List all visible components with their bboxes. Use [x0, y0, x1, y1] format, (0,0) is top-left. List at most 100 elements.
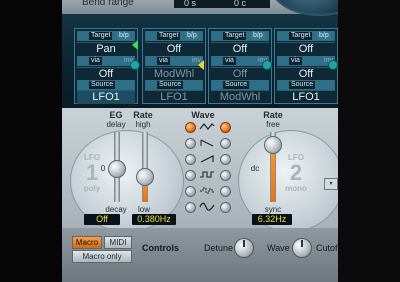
- target-label: Target: [289, 32, 313, 40]
- rate1-low-label: low: [137, 205, 150, 214]
- router-slot-2: Target b/p Off via inv ModWhl Source LFO1: [142, 28, 206, 104]
- via-marker-yellow[interactable]: [198, 60, 204, 70]
- macro-button[interactable]: Macro: [72, 236, 102, 249]
- via-amount-dot[interactable]: [130, 60, 140, 70]
- source-label: Source: [289, 81, 316, 89]
- target-value[interactable]: Off: [211, 42, 269, 56]
- source-header: Source: [211, 80, 269, 90]
- es2-plugin-panel: Bend range 0 s 0 c Target b/p Pan via inv …: [62, 0, 338, 282]
- bend-range-up[interactable]: 0 c: [234, 0, 246, 8]
- chevron-down-icon[interactable]: ▾: [324, 178, 338, 190]
- source-label: Source: [89, 81, 116, 89]
- lfo2-ghost-mono: mono: [285, 184, 307, 193]
- via-value[interactable]: ModWhl: [145, 67, 203, 81]
- lfo1-ghost-poly: poly: [83, 184, 101, 193]
- lfo2-wave-button-2[interactable]: [220, 138, 231, 149]
- via-amount-dot[interactable]: [262, 60, 272, 70]
- target-value[interactable]: Pan: [77, 42, 135, 56]
- detune-label: Detune: [204, 243, 234, 253]
- source-value[interactable]: LFO1: [77, 90, 135, 104]
- source-header: Source: [145, 80, 203, 90]
- triangle-wave-icon: [199, 123, 215, 130]
- eg-label: EG: [109, 110, 123, 120]
- target-label: Target: [157, 32, 181, 40]
- via-label: via: [89, 57, 102, 65]
- lfo2-wave-button-4[interactable]: [220, 170, 231, 181]
- lfo2-wave-button-5[interactable]: [220, 186, 231, 197]
- target-header: Target b/p: [211, 31, 269, 41]
- saw-up-wave-icon: [200, 155, 214, 163]
- eg-zero-label: 0: [100, 164, 106, 173]
- lfo2-wave-button-1[interactable]: [220, 122, 231, 133]
- rate2-sync-label: sync: [264, 205, 282, 214]
- lfo1-wave-button-1[interactable]: [185, 122, 196, 133]
- smooth-random-wave-icon: [199, 202, 215, 211]
- source-value[interactable]: LFO1: [145, 90, 203, 104]
- source-label: Source: [157, 81, 184, 89]
- rate1-high-label: high: [135, 120, 151, 129]
- eg-value-display: Off: [84, 214, 120, 225]
- eg-fader-thumb[interactable]: [108, 160, 126, 178]
- sample-hold-wave-icon: [200, 187, 214, 194]
- bend-range-display[interactable]: 0 s 0 c: [174, 0, 270, 8]
- bp-toggle[interactable]: b/p: [317, 32, 331, 40]
- lfo1-wave-button-5[interactable]: [185, 186, 196, 197]
- via-value[interactable]: Off: [77, 67, 135, 81]
- bp-toggle[interactable]: b/p: [117, 32, 131, 40]
- controls-label: Controls: [142, 243, 179, 253]
- macro-only-button[interactable]: Macro only: [72, 250, 132, 263]
- lfo1-wave-button-6[interactable]: [185, 202, 196, 213]
- source-header: Source: [77, 80, 135, 90]
- source-value[interactable]: ModWhl: [211, 90, 269, 104]
- source-value[interactable]: LFO1: [277, 90, 335, 104]
- lfo1-wave-button-3[interactable]: [185, 154, 196, 165]
- right-background: [338, 0, 400, 282]
- wave-knob[interactable]: [292, 238, 312, 258]
- via-value[interactable]: Off: [277, 67, 335, 81]
- eg-decay-label: decay: [105, 205, 127, 214]
- bend-range-down[interactable]: 0 s: [184, 0, 196, 8]
- via-header: viainv: [277, 56, 335, 66]
- rate2-value-display: 6.32Hz: [252, 214, 292, 225]
- bp-toggle[interactable]: b/p: [251, 32, 265, 40]
- bend-range-label: Bend range: [82, 0, 134, 8]
- lfo1-wave-button-2[interactable]: [185, 138, 196, 149]
- rate1-fader-thumb[interactable]: [136, 168, 154, 186]
- pitch-knob-arc[interactable]: [269, 0, 338, 16]
- lfo1-wave-button-4[interactable]: [185, 170, 196, 181]
- via-header: viainv: [145, 56, 203, 66]
- lfo-section: LFO 1 poly EG delay Rate high 0 decay lo…: [62, 108, 338, 232]
- target-header: Target b/p: [145, 31, 203, 41]
- via-label: via: [223, 57, 236, 65]
- midi-button[interactable]: MIDI: [104, 236, 132, 249]
- detune-knob[interactable]: [234, 238, 254, 258]
- target-label: Target: [223, 32, 247, 40]
- via-label: via: [289, 57, 302, 65]
- via-header: viainv: [211, 56, 269, 66]
- wave-label: Wave: [191, 110, 215, 120]
- rate1-value-display: 0.380Hz: [132, 214, 176, 225]
- rate2-fader-thumb[interactable]: [264, 136, 282, 154]
- saw-down-wave-icon: [200, 139, 214, 147]
- rate2-free-label: free: [266, 120, 280, 129]
- via-label: via: [157, 57, 170, 65]
- bp-toggle[interactable]: b/p: [185, 32, 199, 40]
- intensity-marker-green[interactable]: [132, 40, 138, 50]
- lfo2-wave-button-6[interactable]: [220, 202, 231, 213]
- target-header: Target b/p: [277, 31, 335, 41]
- source-label: Source: [223, 81, 250, 89]
- target-value[interactable]: Off: [145, 42, 203, 56]
- bend-range-strip: Bend range 0 s 0 c: [62, 0, 338, 16]
- source-header: Source: [277, 80, 335, 90]
- router-slot-1: Target b/p Pan via inv Off Source LFO1: [74, 28, 138, 104]
- left-background: [0, 0, 62, 282]
- lfo2-wave-button-3[interactable]: [220, 154, 231, 165]
- es2-synth-window: Bend range 0 s 0 c Target b/p Pan via inv …: [0, 0, 400, 282]
- rate2-label: Rate: [263, 110, 283, 120]
- target-value[interactable]: Off: [277, 42, 335, 56]
- via-amount-dot[interactable]: [328, 60, 338, 70]
- via-value[interactable]: Off: [211, 67, 269, 81]
- wave-knob-label: Wave: [267, 243, 290, 253]
- cutoff-label: Cutof: [316, 243, 338, 253]
- target-label: Target: [89, 32, 113, 40]
